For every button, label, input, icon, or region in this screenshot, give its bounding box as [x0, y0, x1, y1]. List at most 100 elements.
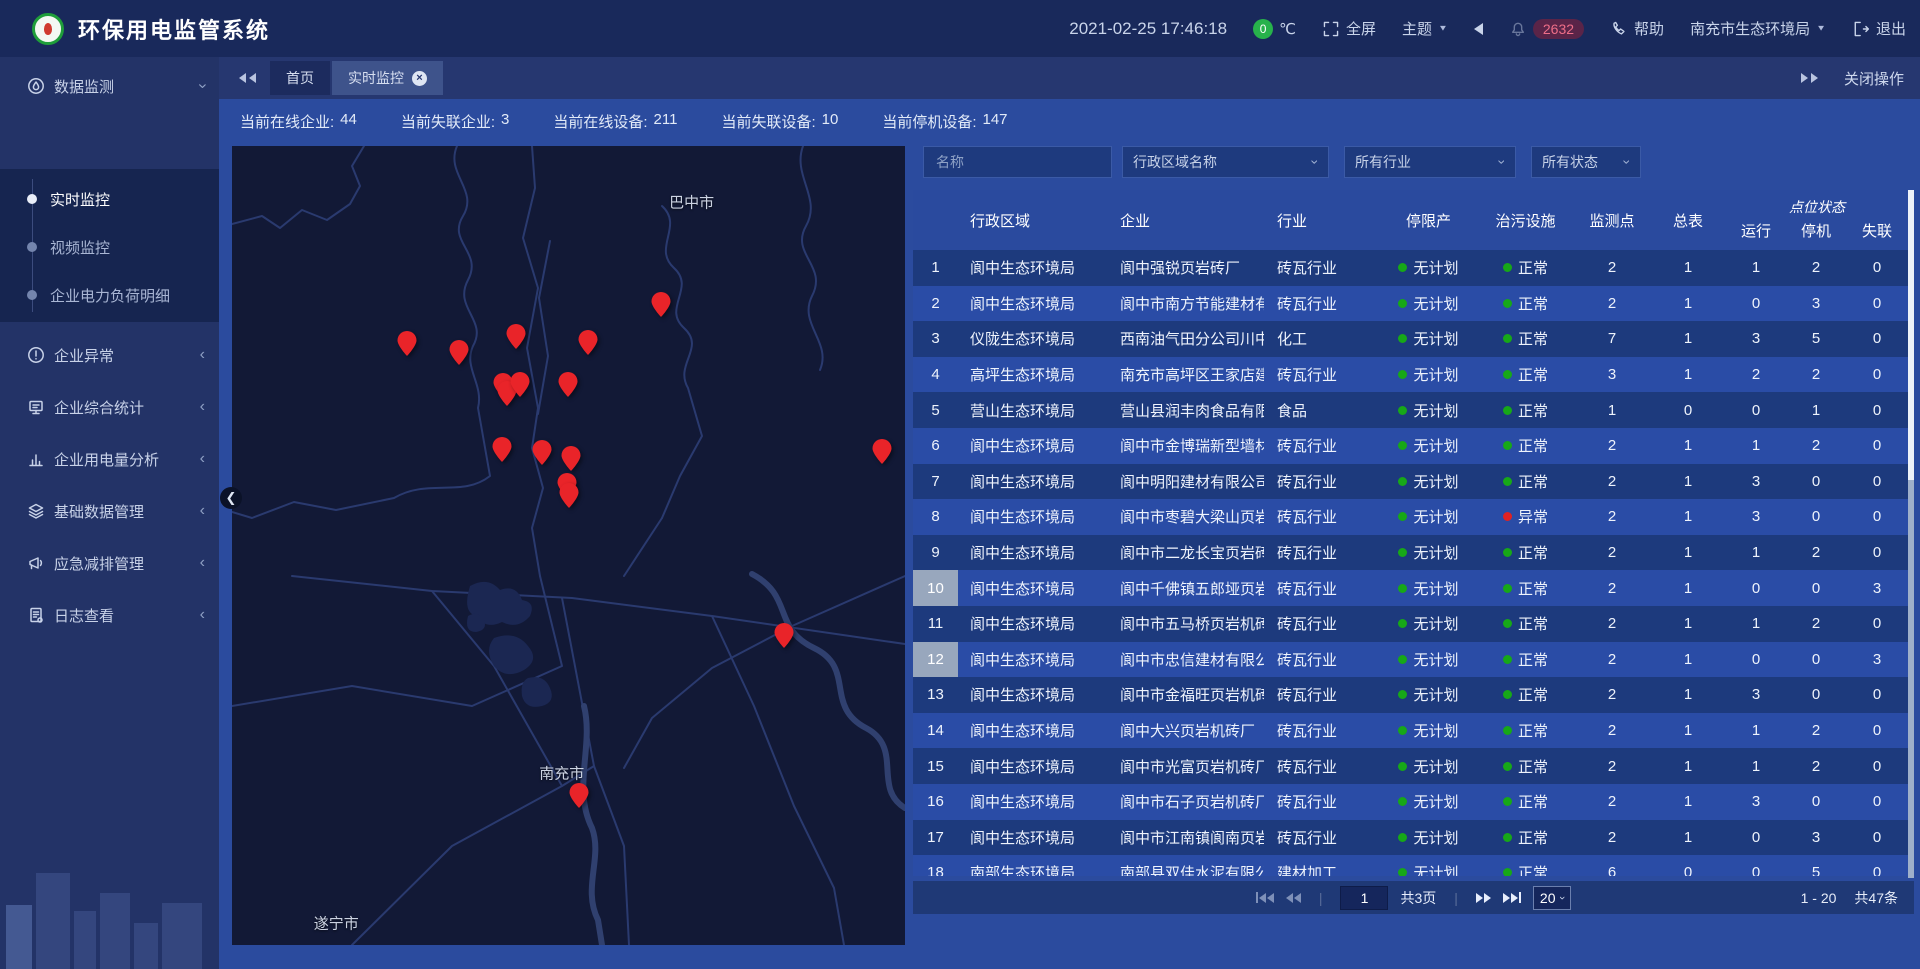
table-cell: 0 — [1846, 464, 1908, 500]
mute-button[interactable] — [1474, 23, 1483, 35]
map-pin-icon[interactable] — [449, 340, 468, 365]
tab-close-icon[interactable]: × — [412, 71, 427, 86]
status-dot-icon — [1398, 263, 1407, 272]
table-row[interactable]: 10阆中生态环境局阆中千佛镇五郎垭页岩砖瓦行业无计划正常21003 — [913, 570, 1908, 606]
table-cell: 无计划 — [1380, 286, 1477, 322]
map-pin-icon[interactable] — [562, 446, 581, 471]
table-row[interactable]: 17阆中生态环境局阆中市江南镇阆南页岩砖瓦行业无计划正常21030 — [913, 820, 1908, 856]
industry-select[interactable]: 所有行业› — [1344, 146, 1516, 178]
table-cell: 14 — [913, 713, 958, 749]
table-cell: 1 — [1650, 499, 1726, 535]
status-dot-icon — [1503, 512, 1512, 521]
map-pin-icon[interactable] — [397, 331, 416, 356]
table-row[interactable]: 12阆中生态环境局阆中市忠信建材有限公砖瓦行业无计划正常21003 — [913, 642, 1908, 678]
table-cell: 正常 — [1477, 250, 1574, 286]
sidebar-item-emergency-reduction[interactable]: 应急减排管理 ‹ — [0, 537, 219, 589]
map-pin-icon[interactable] — [492, 437, 511, 462]
page-size-select[interactable]: 20› — [1533, 886, 1571, 910]
table-row[interactable]: 18南部生态环境局南部县双佳水泥有限公建材加工无计划正常60050 — [913, 855, 1908, 876]
first-page-button[interactable] — [1256, 892, 1274, 903]
tab-home[interactable]: 首页 — [270, 61, 330, 95]
map-pin-icon[interactable] — [533, 440, 552, 465]
status-select[interactable]: 所有状态› — [1531, 146, 1641, 178]
close-operations-button[interactable]: 关闭操作 — [1844, 68, 1904, 89]
sidebar-collapse-button[interactable]: ❮ — [220, 487, 242, 509]
table-row[interactable]: 11阆中生态环境局阆中市五马桥页岩机砖砖瓦行业无计划正常21120 — [913, 606, 1908, 642]
chevron-down-icon: ‹ — [193, 83, 211, 88]
last-page-button[interactable] — [1503, 892, 1521, 903]
table-cell: 0 — [1726, 642, 1786, 678]
table-cell: 1 — [1650, 464, 1726, 500]
map-pin-icon[interactable] — [558, 372, 577, 397]
map-pin-icon[interactable] — [774, 623, 793, 648]
table-cell: 0 — [1846, 784, 1908, 820]
sidebar-item-enterprise-statistics[interactable]: 企业综合统计 ‹ — [0, 381, 219, 433]
tab-bar: 首页 实时监控 × 关闭操作 — [219, 57, 1920, 99]
table-row[interactable]: 1阆中生态环境局阆中强锐页岩砖厂砖瓦行业无计划正常21120 — [913, 250, 1908, 286]
map-pin-icon[interactable] — [570, 783, 589, 808]
scrollbar-thumb[interactable] — [1908, 190, 1914, 480]
table-cell: 3 — [1726, 464, 1786, 500]
next-page-button[interactable] — [1476, 893, 1491, 903]
sidebar-item-video-monitor[interactable]: 视频监控 — [0, 223, 219, 271]
table-row[interactable]: 14阆中生态环境局阆中大兴页岩机砖厂砖瓦行业无计划正常21120 — [913, 713, 1908, 749]
status-dot-icon — [1398, 726, 1407, 735]
table-row[interactable]: 2阆中生态环境局阆中市南方节能建材有砖瓦行业无计划正常21030 — [913, 286, 1908, 322]
map-pin-icon[interactable] — [651, 292, 670, 317]
prev-page-button[interactable] — [1286, 893, 1301, 903]
table-row[interactable]: 5营山生态环境局营山县润丰肉食品有限食品无计划正常10010 — [913, 392, 1908, 428]
table-row[interactable]: 9阆中生态环境局阆中市二龙长宝页岩砖砖瓦行业无计划正常21120 — [913, 535, 1908, 571]
table-cell: 3 — [913, 321, 958, 357]
name-search-input[interactable] — [934, 153, 1101, 171]
notifications[interactable]: 2632 — [1509, 19, 1584, 39]
map-pin-icon[interactable] — [873, 439, 892, 464]
tab-realtime-monitor[interactable]: 实时监控 × — [332, 61, 443, 95]
map-pin-icon[interactable] — [507, 324, 526, 349]
table-cell: 1 — [1726, 748, 1786, 784]
org-menu[interactable]: 南充市生态环境局▼ — [1690, 18, 1826, 39]
sidebar-item-power-analysis[interactable]: 企业用电量分析 ‹ — [0, 433, 219, 485]
table-row[interactable]: 7阆中生态环境局阆中明阳建材有限公司砖瓦行业无计划正常21300 — [913, 464, 1908, 500]
table-row[interactable]: 15阆中生态环境局阆中市光富页岩机砖厂砖瓦行业无计划正常21120 — [913, 748, 1908, 784]
map-pin-icon[interactable] — [511, 372, 530, 397]
table-cell: 3 — [1846, 642, 1908, 678]
help-button[interactable]: 帮助 — [1610, 18, 1664, 39]
sidebar-item-base-data[interactable]: 基础数据管理 ‹ — [0, 485, 219, 537]
bar-chart-icon — [27, 450, 45, 468]
table-cell: 高坪生态环境局 — [958, 357, 1106, 393]
fullscreen-icon — [1322, 20, 1340, 38]
table-row[interactable]: 3仪陇生态环境局西南油气田分公司川中化工无计划正常71350 — [913, 321, 1908, 357]
chevron-left-icon: ‹ — [200, 346, 205, 364]
table-row[interactable]: 4高坪生态环境局南充市高坪区王家店建砖瓦行业无计划正常31220 — [913, 357, 1908, 393]
tabs-scroll-left-button[interactable] — [239, 73, 256, 83]
table-scrollbar[interactable] — [1908, 190, 1914, 878]
theme-menu[interactable]: 主题▼ — [1402, 18, 1448, 39]
col-index — [913, 190, 958, 250]
table-row[interactable]: 8阆中生态环境局阆中市枣碧大梁山页岩砖瓦行业无计划异常21300 — [913, 499, 1908, 535]
table-row[interactable]: 16阆中生态环境局阆中市石子页岩机砖厂砖瓦行业无计划正常21300 — [913, 784, 1908, 820]
fullscreen-button[interactable]: 全屏 — [1322, 18, 1376, 39]
status-dot-icon — [1503, 299, 1512, 308]
table-cell: 1 — [1650, 321, 1726, 357]
sidebar-item-log-view[interactable]: 日志查看 ‹ — [0, 589, 219, 641]
submenu-dot-icon — [27, 242, 37, 252]
sidebar-item-realtime-monitor[interactable]: 实时监控 — [0, 175, 219, 223]
table-cell: 3 — [1786, 286, 1846, 322]
table-cell: 阆中生态环境局 — [958, 250, 1106, 286]
status-dot-icon — [1398, 868, 1407, 876]
map-pin-icon[interactable] — [560, 483, 579, 508]
region-select[interactable]: 行政区域名称› — [1122, 146, 1329, 178]
table-row[interactable]: 6阆中生态环境局阆中市金博瑞新型墙材砖瓦行业无计划正常21120 — [913, 428, 1908, 464]
tabs-scroll-right-button[interactable] — [1801, 73, 1818, 83]
logout-button[interactable]: 退出 — [1852, 18, 1906, 39]
table-body: 1阆中生态环境局阆中强锐页岩砖厂砖瓦行业无计划正常211202阆中生态环境局阆中… — [913, 250, 1908, 876]
table-row[interactable]: 13阆中生态环境局阆中市金福旺页岩机砖砖瓦行业无计划正常21300 — [913, 677, 1908, 713]
app-window: 环保用电监管系统 2021-02-25 17:46:18 0 ℃ 全屏 主题▼ … — [0, 0, 1920, 969]
sidebar-item-power-load-detail[interactable]: 企业电力负荷明细 — [0, 271, 219, 319]
sidebar-item-enterprise-abnormal[interactable]: 企业异常 ‹ — [0, 329, 219, 381]
sidebar-item-data-monitor[interactable]: 数据监测 ‹ — [0, 60, 219, 112]
map-panel[interactable]: 巴中市南充市遂宁市 — [232, 146, 905, 945]
table-cell: 南部县双佳水泥有限公 — [1106, 855, 1264, 876]
page-number-input[interactable] — [1340, 886, 1388, 910]
map-pin-icon[interactable] — [579, 330, 598, 355]
